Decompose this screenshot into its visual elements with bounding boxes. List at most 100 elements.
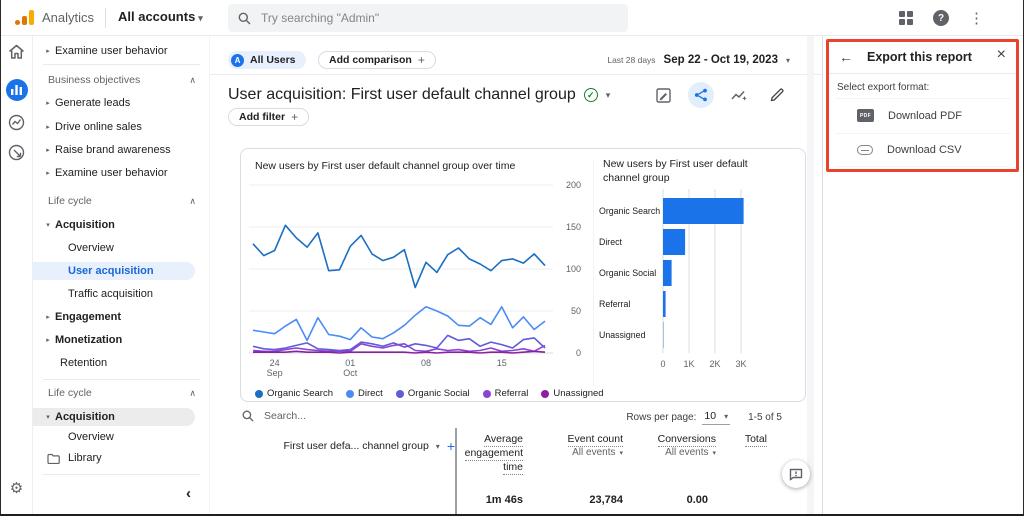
advertising-icon[interactable] [0, 144, 33, 161]
section-life-cycle-2[interactable]: Life cycle ∧ [33, 385, 210, 401]
sidebar-item-generate-leads[interactable]: ▸ Generate leads [33, 94, 210, 112]
reports-icon[interactable] [0, 79, 33, 101]
line-chart[interactable]: 0 50 100 150 200 24 Sep 01 Oct 08 15 [249, 179, 589, 388]
add-filter-chip[interactable]: Add filter + [228, 108, 310, 126]
legend-item[interactable]: Referral [482, 388, 529, 399]
back-arrow-icon[interactable]: ← [839, 49, 853, 65]
sidebar-item-examine-user-behavior[interactable]: ▸ Examine user behavior [33, 42, 210, 60]
legend-label: Direct [358, 388, 383, 399]
admin-gear-icon[interactable]: ⚙ [0, 479, 33, 497]
brand-label: Analytics [42, 10, 95, 25]
chevron-down-icon[interactable]: ▾ [606, 90, 611, 101]
sidebar-divider [43, 474, 200, 475]
svg-text:Referral: Referral [599, 299, 630, 309]
chevron-down-icon[interactable]: ▾ [436, 442, 440, 451]
chevron-down-icon: ▾ [785, 56, 790, 65]
plus-icon: + [291, 110, 299, 124]
home-icon[interactable] [0, 44, 33, 60]
legend-label: Unassigned [553, 388, 604, 399]
collapse-icon[interactable]: ∧ [189, 75, 196, 86]
legend-label: Organic Search [267, 388, 334, 399]
dimension-column-header[interactable]: First user defa... channel group ▾ + [240, 438, 455, 454]
header-divider [210, 74, 822, 75]
plus-icon: + [417, 53, 425, 67]
close-icon[interactable]: × [997, 46, 1006, 64]
panel-divider [829, 73, 1016, 74]
legend-item[interactable]: Unassigned [541, 388, 604, 399]
sidebar-divider [43, 379, 200, 380]
collapse-icon[interactable]: ∧ [189, 196, 196, 207]
data-quality-check-icon[interactable]: ✓ [583, 88, 598, 102]
svg-text:0: 0 [660, 359, 665, 369]
svg-text:50: 50 [571, 306, 581, 316]
sidebar-item-raise-brand-awareness[interactable]: ▸ Raise brand awareness [33, 141, 210, 159]
help-icon[interactable]: ? [933, 10, 949, 26]
column-header-conversions[interactable]: Conversions All events ▾ [626, 432, 716, 460]
global-search[interactable] [228, 4, 628, 32]
legend-label: Referral [494, 388, 529, 399]
sidebar-item-acquisition-2[interactable]: ▾ Acquisition [33, 408, 195, 426]
folder-icon [47, 453, 60, 464]
bar-chart[interactable]: 0 1K 2K 3K Organic Search Direct Organic Socia… [599, 185, 799, 386]
svg-text:2K: 2K [709, 359, 720, 369]
expand-arrow-icon: ▸ [46, 100, 50, 107]
rows-per-page-select[interactable]: 10 ▾ [702, 410, 731, 425]
sidebar-item-user-acquisition-selected[interactable]: User acquisition [33, 262, 195, 280]
feedback-button[interactable] [782, 460, 810, 488]
download-pdf-option[interactable]: PDF Download PDF [835, 98, 1010, 132]
topbar-divider [105, 8, 106, 28]
legend-dot-icon [482, 389, 491, 398]
sidebar-item-monetization[interactable]: ▸ Monetization [33, 331, 210, 349]
table-controls: Rows per page: 10▾ 1-5 of 5 [210, 408, 822, 432]
more-menu-icon[interactable]: ⋮ [969, 11, 984, 26]
all-users-chip[interactable]: A All Users [228, 51, 306, 69]
sidebar-item-traffic-acquisition[interactable]: Traffic acquisition [33, 285, 210, 303]
insights-icon[interactable] [726, 82, 752, 108]
chevron-down-icon[interactable]: ▾ [712, 450, 716, 457]
sidebar-item-engagement[interactable]: ▸ Engagement [33, 308, 210, 326]
svg-text:200: 200 [566, 180, 581, 190]
date-range-selector[interactable]: Last 28 days Sep 22 - Oct 19, 2023 ▾ [607, 54, 790, 66]
export-panel-title: Export this report [867, 50, 972, 64]
global-search-input[interactable] [261, 11, 581, 25]
section-business-objectives[interactable]: Business objectives ∧ [33, 72, 210, 88]
legend-item[interactable]: Organic Social [395, 388, 470, 399]
svg-text:1K: 1K [683, 359, 694, 369]
download-csv-option[interactable]: Download CSV [835, 133, 1010, 167]
svg-text:0: 0 [576, 348, 581, 358]
svg-text:Unassigned: Unassigned [599, 330, 646, 340]
sidebar-item-overview-clipped[interactable]: Overview [33, 431, 210, 443]
section-life-cycle[interactable]: Life cycle ∧ [33, 193, 210, 209]
column-header-total[interactable]: Total [715, 432, 767, 447]
csv-file-icon [857, 145, 873, 155]
chevron-down-icon[interactable]: ▾ [619, 450, 623, 457]
edit-icon[interactable] [764, 82, 790, 108]
column-header-avg-engagement[interactable]: Average engagement time [463, 432, 523, 476]
add-dimension-icon[interactable]: + [447, 438, 455, 454]
scrollbar[interactable] [807, 36, 814, 516]
share-icon[interactable] [688, 82, 714, 108]
feedback-icon [789, 468, 803, 480]
collapse-sidebar-icon[interactable]: ‹ [186, 486, 191, 501]
sidebar-item-retention[interactable]: Retention [33, 354, 210, 372]
customize-chart-icon[interactable] [650, 82, 676, 108]
apps-grid-icon[interactable] [899, 11, 913, 25]
table-search[interactable] [242, 410, 374, 422]
table-search-input[interactable] [264, 410, 374, 422]
search-icon [242, 410, 254, 422]
sidebar-item-drive-online-sales[interactable]: ▸ Drive online sales [33, 118, 210, 136]
column-header-event-count[interactable]: Event count All events ▾ [533, 432, 623, 460]
explore-icon[interactable] [0, 114, 33, 131]
collapse-icon[interactable]: ∧ [189, 388, 196, 399]
nav-rail: ⚙ [0, 36, 33, 516]
legend-dot-icon [541, 389, 550, 398]
add-comparison-chip[interactable]: Add comparison + [318, 51, 436, 69]
legend-item[interactable]: Organic Search [255, 388, 333, 399]
account-selector[interactable]: All accounts ▾ [118, 9, 203, 24]
legend-item[interactable]: Direct [346, 388, 383, 399]
sidebar-item-examine-user-behavior-2[interactable]: ▸ Examine user behavior [33, 164, 210, 182]
sidebar-item-acquisition[interactable]: ▾ Acquisition [33, 216, 210, 234]
legend-dot-icon [255, 389, 263, 398]
sidebar-item-library[interactable]: Library [33, 449, 210, 467]
sidebar-item-overview[interactable]: Overview [33, 239, 210, 257]
